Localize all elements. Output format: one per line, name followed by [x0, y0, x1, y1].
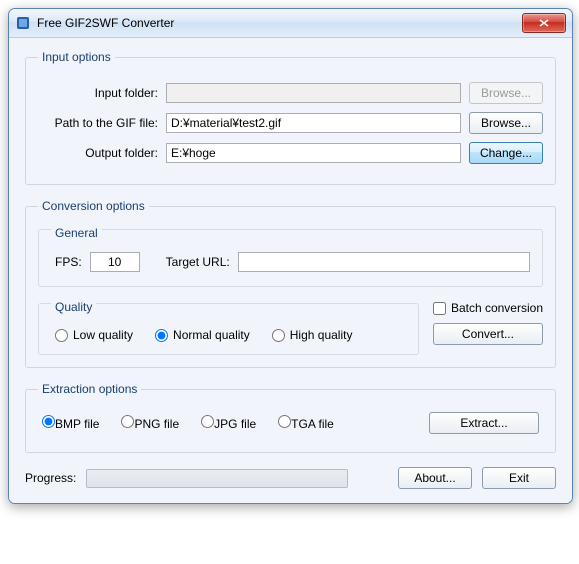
- close-icon: [539, 19, 549, 27]
- target-url-field[interactable]: [238, 252, 530, 272]
- conversion-options-group: Conversion options General FPS: Target U…: [25, 199, 556, 368]
- extraction-options-legend: Extraction options: [38, 382, 141, 396]
- quality-subgroup: Quality Low quality Normal quality High …: [38, 303, 419, 355]
- fps-field[interactable]: [90, 252, 140, 272]
- footer-row: Progress: About... Exit: [25, 467, 556, 489]
- extract-tga-radio[interactable]: TGA file: [278, 415, 334, 431]
- output-folder-change-button[interactable]: Change...: [469, 142, 543, 164]
- extract-bmp-radio[interactable]: BMP file: [42, 415, 99, 431]
- close-button[interactable]: [522, 13, 566, 33]
- about-button[interactable]: About...: [398, 467, 472, 489]
- quality-high-radio[interactable]: High quality: [272, 328, 353, 342]
- fps-label: FPS:: [55, 255, 82, 269]
- input-options-legend: Input options: [38, 50, 115, 64]
- client-area: Input options Input folder: Browse... Pa…: [9, 38, 572, 503]
- convert-button[interactable]: Convert...: [433, 323, 543, 345]
- gif-path-field[interactable]: [166, 113, 461, 133]
- input-folder-label: Input folder:: [38, 86, 158, 100]
- extract-png-radio[interactable]: PNG file: [121, 415, 179, 431]
- extract-jpg-radio[interactable]: JPG file: [201, 415, 256, 431]
- extraction-options-group: Extraction options BMP file PNG file JPG…: [25, 382, 556, 453]
- batch-conversion-checkbox[interactable]: Batch conversion: [433, 301, 543, 315]
- output-folder-label: Output folder:: [38, 146, 158, 160]
- exit-button[interactable]: Exit: [482, 467, 556, 489]
- conversion-options-legend: Conversion options: [38, 199, 149, 213]
- gif-path-label: Path to the GIF file:: [38, 116, 158, 130]
- input-options-group: Input options Input folder: Browse... Pa…: [25, 50, 556, 185]
- quality-normal-radio[interactable]: Normal quality: [155, 328, 250, 342]
- input-folder-browse-button[interactable]: Browse...: [469, 82, 543, 104]
- progress-label: Progress:: [25, 471, 76, 485]
- input-folder-field[interactable]: [166, 83, 461, 103]
- gif-path-browse-button[interactable]: Browse...: [469, 112, 543, 134]
- window-title: Free GIF2SWF Converter: [37, 16, 522, 30]
- titlebar[interactable]: Free GIF2SWF Converter: [9, 9, 572, 38]
- output-folder-field[interactable]: [166, 143, 461, 163]
- progress-bar: [86, 469, 348, 488]
- target-url-label: Target URL:: [166, 255, 230, 269]
- app-window: Free GIF2SWF Converter Input options Inp…: [8, 8, 573, 504]
- general-title: General: [51, 226, 102, 240]
- quality-low-radio[interactable]: Low quality: [55, 328, 133, 342]
- general-subgroup: General FPS: Target URL:: [38, 229, 543, 287]
- app-icon: [15, 15, 31, 31]
- extract-button[interactable]: Extract...: [429, 412, 539, 434]
- quality-title: Quality: [51, 300, 96, 314]
